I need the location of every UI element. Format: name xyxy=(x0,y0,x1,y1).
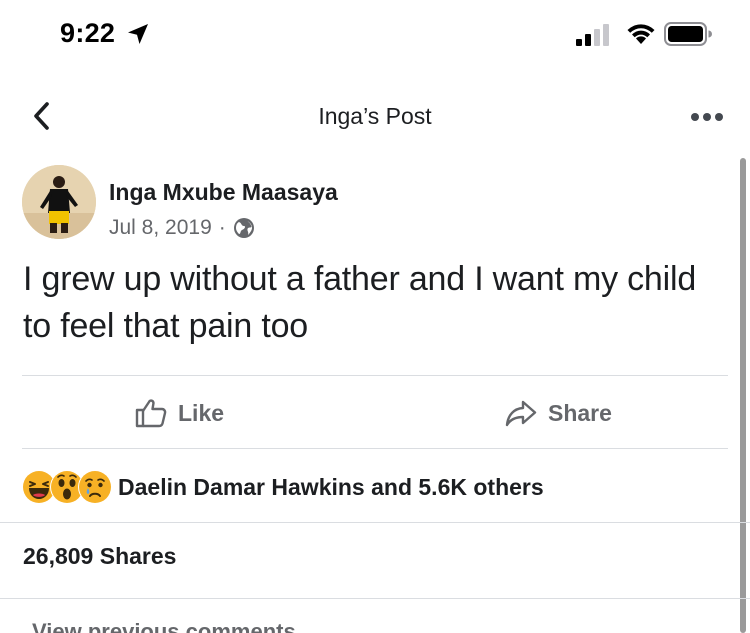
divider xyxy=(0,522,750,523)
post-header: Inga Mxube Maasaya Jul 8, 2019 · xyxy=(20,163,720,243)
sad-icon xyxy=(78,470,112,504)
wifi-icon xyxy=(627,24,655,44)
like-label: Like xyxy=(178,399,225,426)
divider xyxy=(0,598,750,599)
author-name[interactable]: Inga Mxube Maasaya xyxy=(109,179,338,206)
location-arrow-icon xyxy=(128,24,148,44)
post-meta: Jul 8, 2019 · xyxy=(109,216,255,240)
avatar[interactable] xyxy=(22,165,96,239)
share-button[interactable]: Share xyxy=(504,394,612,432)
nav-bar: Inga’s Post xyxy=(0,80,750,152)
post-date[interactable]: Jul 8, 2019 xyxy=(109,216,212,240)
status-time: 9:22 xyxy=(60,18,116,48)
reactions-text: Daelin Damar Hawkins and 5.6K others xyxy=(118,473,544,500)
page-title: Inga’s Post xyxy=(318,103,432,129)
like-button[interactable]: Like xyxy=(134,394,224,432)
reaction-icons xyxy=(22,470,114,504)
shares-count[interactable]: 26,809 Shares xyxy=(23,543,176,570)
view-previous-comments-link[interactable]: View previous comments xyxy=(32,619,296,633)
status-bar: 9:22 xyxy=(0,0,750,70)
divider xyxy=(22,375,728,376)
share-arrow-icon xyxy=(505,400,537,427)
share-label: Share xyxy=(548,399,612,426)
avatar-photo xyxy=(22,165,96,239)
cellular-signal-icon xyxy=(576,24,609,46)
divider xyxy=(22,448,728,449)
battery-icon xyxy=(664,22,712,46)
meta-separator: · xyxy=(218,216,226,239)
scrollbar[interactable] xyxy=(740,158,746,633)
thumbs-up-icon xyxy=(135,399,167,428)
reactions-summary[interactable]: Daelin Damar Hawkins and 5.6K others xyxy=(22,467,544,507)
globe-icon xyxy=(233,218,254,238)
more-horizontal-icon[interactable] xyxy=(690,112,724,122)
post-text: I grew up without a father and I want my… xyxy=(23,260,697,345)
